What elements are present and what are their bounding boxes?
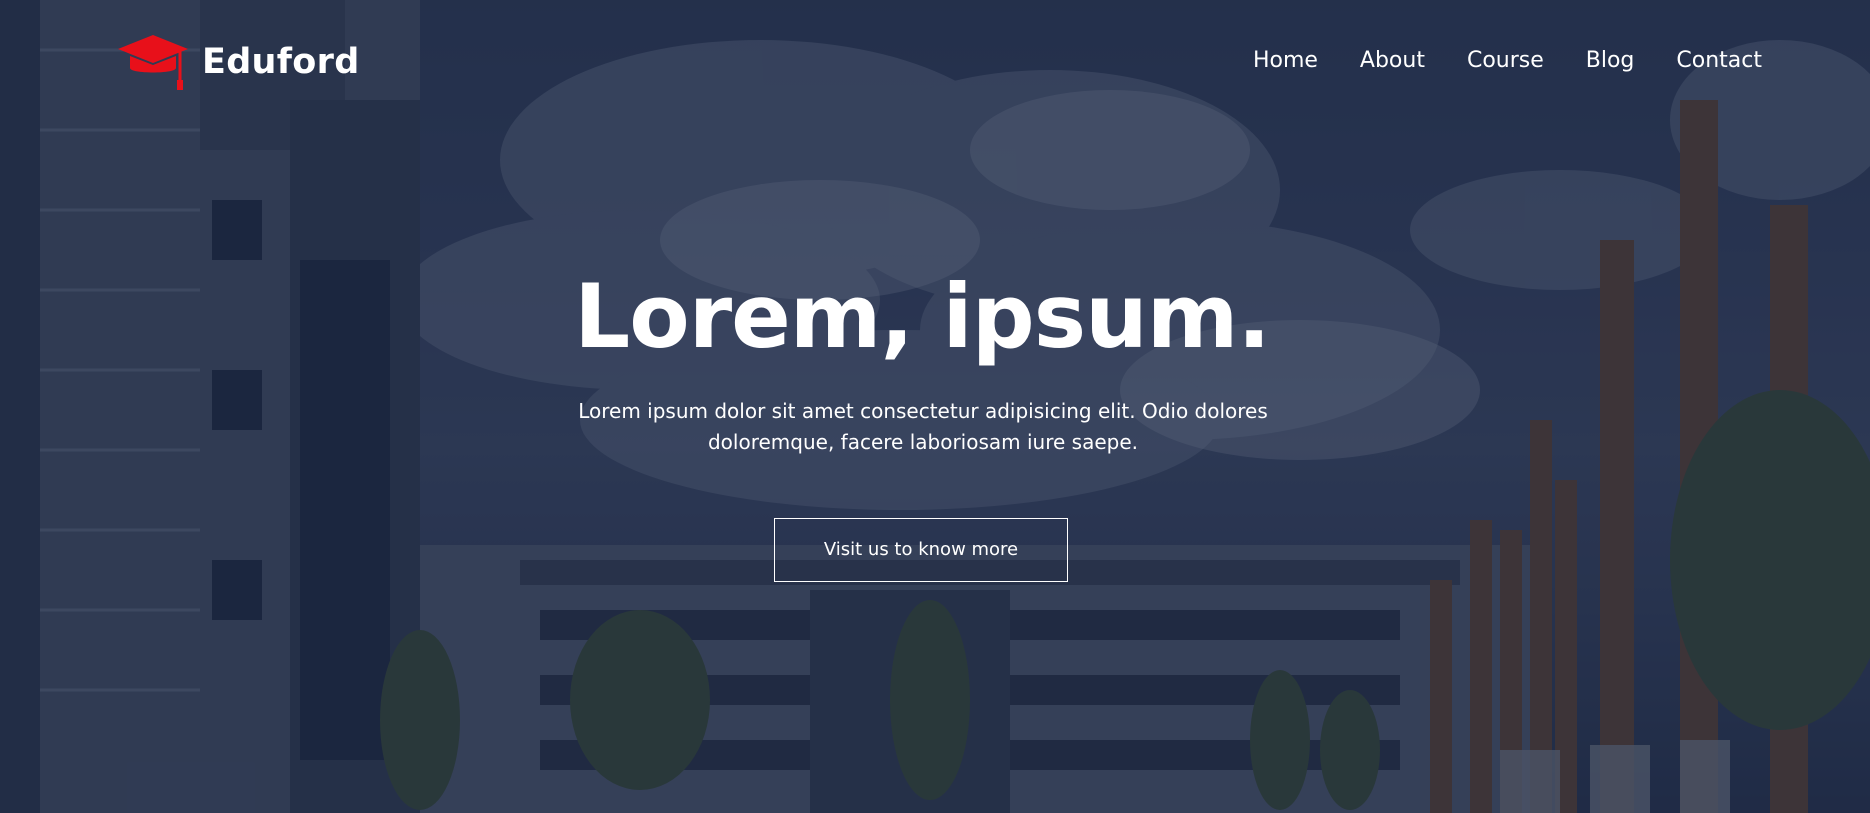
nav-link-home[interactable]: Home [1253, 48, 1318, 73]
hero-headline: Lorem, ipsum. [574, 265, 1271, 368]
brand-logo[interactable]: Eduford [116, 30, 360, 94]
nav-link-about[interactable]: About [1360, 48, 1425, 73]
visit-us-button[interactable]: Visit us to know more [774, 518, 1068, 582]
main-nav: Home About Course Blog Contact [1253, 48, 1762, 73]
hero-section: Eduford Home About Course Blog Contact L… [0, 0, 1870, 813]
nav-link-course[interactable]: Course [1467, 48, 1544, 73]
nav-link-blog[interactable]: Blog [1586, 48, 1635, 73]
brand-name: Eduford [202, 42, 360, 82]
hero-content: Lorem, ipsum. Lorem ipsum dolor sit amet… [0, 262, 1870, 582]
graduation-cap-icon [118, 35, 188, 90]
nav-link-contact[interactable]: Contact [1676, 48, 1762, 73]
hero-subtext: Lorem ipsum dolor sit amet consectetur a… [578, 399, 1268, 454]
